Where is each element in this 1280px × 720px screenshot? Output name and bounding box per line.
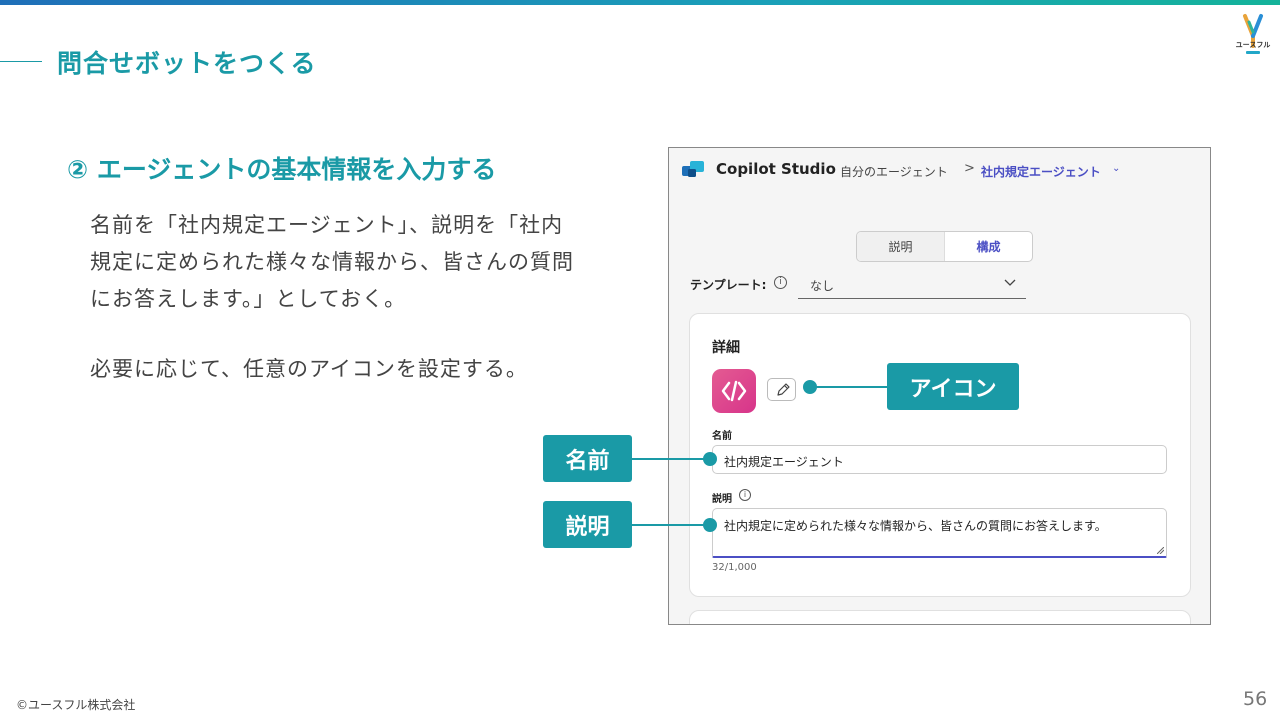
tab-description[interactable]: 説明 xyxy=(857,232,945,261)
name-field[interactable]: 社内規定エージェント xyxy=(712,445,1167,474)
description-field[interactable]: 社内規定に定められた様々な情報から、皆さんの質問にお答えします。 xyxy=(712,508,1167,558)
top-accent-bar xyxy=(0,0,1280,5)
optional-icon-paragraph: 必要に応じて、任意のアイコンを設定する。 xyxy=(90,357,528,381)
callout-name: 名前 xyxy=(543,435,632,482)
description-label: 説明 xyxy=(712,494,732,505)
page-title: 問合せボットをつくる xyxy=(57,49,317,78)
breadcrumb-my-agents[interactable]: 自分のエージェント xyxy=(840,163,948,180)
step-heading: ② エージェントの基本情報を入力する xyxy=(67,155,497,184)
page-number: 56 xyxy=(1243,688,1268,710)
next-card xyxy=(689,610,1191,624)
breadcrumb-current-agent[interactable]: 社内規定エージェント xyxy=(981,163,1101,180)
copilot-studio-logo-icon xyxy=(682,161,704,177)
callout-icon: アイコン xyxy=(887,363,1019,410)
logo-bar xyxy=(1246,51,1260,54)
resize-handle-icon[interactable] xyxy=(1157,547,1164,554)
callout-description: 説明 xyxy=(543,501,632,548)
details-title: 詳細 xyxy=(712,340,740,356)
template-label: テンプレート: xyxy=(690,278,767,292)
info-icon[interactable]: i xyxy=(739,489,751,501)
info-icon[interactable]: i xyxy=(774,276,787,289)
app-header: Copilot Studio 自分のエージェント > 社内規定エージェント ⌄ xyxy=(669,148,1210,192)
breadcrumb-separator: > xyxy=(964,161,975,176)
chevron-down-icon[interactable]: ⌄ xyxy=(1112,163,1120,174)
agent-icon[interactable] xyxy=(712,369,756,413)
tab-configure[interactable]: 構成 xyxy=(945,232,1032,261)
name-value: 社内規定エージェント xyxy=(724,455,844,469)
template-select[interactable]: なし xyxy=(798,272,1026,299)
title-rule xyxy=(0,61,42,62)
pencil-icon xyxy=(777,383,790,396)
instruction-text: 名前を「社内規定エージェント」、説明を「社内規定に定められた様々な情報から、皆さ… xyxy=(90,213,574,311)
tab-group: 説明 構成 xyxy=(856,231,1033,262)
character-counter: 32/1,000 xyxy=(712,562,757,573)
app-name: Copilot Studio xyxy=(716,160,836,178)
code-brackets-icon xyxy=(721,380,747,402)
logo-text: ユースフル xyxy=(1235,41,1271,49)
details-card: 詳細 名前 社内規定エージェント 説明 i 社内規定に定められた様々な情報から、… xyxy=(689,313,1191,597)
instruction-paragraph: 名前を「社内規定エージェント」、説明を「社内規定に定められた様々な情報から、皆さ… xyxy=(90,207,580,318)
description-value: 社内規定に定められた様々な情報から、皆さんの質問にお答えします。 xyxy=(724,519,1107,533)
edit-icon-button[interactable] xyxy=(767,378,796,401)
copyright: ©ユースフル株式会社 xyxy=(16,698,136,712)
chevron-down-icon xyxy=(1004,279,1016,286)
template-value: なし xyxy=(810,279,835,293)
name-label: 名前 xyxy=(712,431,732,442)
